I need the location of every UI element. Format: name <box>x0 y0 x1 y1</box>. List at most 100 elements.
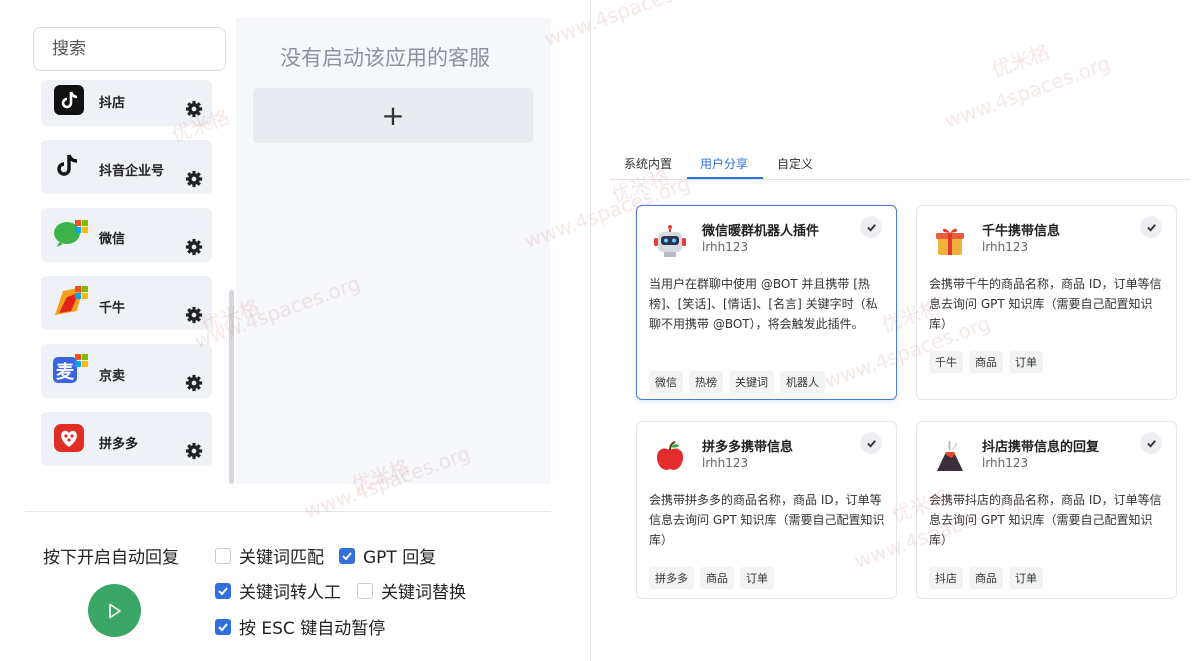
jingmai-icon: 麦 <box>53 354 88 383</box>
active-tab-indicator <box>687 177 763 179</box>
plugin-description: 会携带抖店的商品名称，商品 ID，订单等信息去询问 GPT 知识库（需要自己配置… <box>929 493 1162 547</box>
plugin-title: 千牛携带信息 <box>982 224 1061 239</box>
option-esc-pause[interactable]: 按 ESC 键自动暂停 <box>215 614 385 639</box>
gear-icon[interactable] <box>185 306 203 324</box>
checkmark-icon <box>218 586 228 595</box>
qianniu-icon <box>55 286 88 315</box>
apple-icon <box>656 441 684 470</box>
plugin-tags: 拼多多 商品 订单 <box>649 567 774 589</box>
option-label: 关键词匹配 <box>239 548 324 568</box>
app-list-scrollbar[interactable] <box>229 290 234 484</box>
gear-icon[interactable] <box>185 442 203 460</box>
plugin-author: lrhh123 <box>982 240 1029 254</box>
tag: 关键词 <box>729 371 774 393</box>
plugin-card-qianniu[interactable]: 千牛携带信息 lrhh123 会携带千牛的商品名称，商品 ID，订单等信息去询问… <box>916 205 1177 400</box>
plugin-description: 会携带拼多多的商品名称，商品 ID，订单等信息去询问 GPT 知识库（需要自己配… <box>649 493 885 547</box>
app-item-douyin-shop[interactable]: 抖店 <box>41 80 212 126</box>
plugin-tags: 千牛 商品 订单 <box>929 351 1043 373</box>
option-label: 关键词替换 <box>381 583 466 603</box>
app-name: 千牛 <box>99 301 126 316</box>
option-label: 关键词转人工 <box>239 583 341 603</box>
douyin-icon <box>57 154 78 176</box>
app-name: 抖店 <box>99 96 126 111</box>
check-icon[interactable] <box>860 216 882 238</box>
tag: 抖店 <box>929 567 963 589</box>
tab-user-shared[interactable]: 用户分享 <box>700 155 748 172</box>
volcano-icon <box>937 440 963 471</box>
plugin-author: lrhh123 <box>702 240 749 254</box>
option-label: GPT 回复 <box>363 548 437 568</box>
check-icon[interactable] <box>860 432 882 454</box>
app-name: 抖音企业号 <box>99 164 165 179</box>
douyin-shop-icon <box>54 85 84 115</box>
tag: 商品 <box>969 351 1003 373</box>
tag: 热榜 <box>689 371 723 393</box>
plugin-card-wechat-bot[interactable]: 微信暖群机器人插件 lrhh123 当用户在群聊中使用 @BOT 并且携带 [热… <box>636 205 897 400</box>
plugin-card-pinduoduo[interactable]: 拼多多携带信息 lrhh123 会携带拼多多的商品名称，商品 ID，订单等信息去… <box>636 421 897 599</box>
app-name: 微信 <box>99 232 126 247</box>
check-icon[interactable] <box>1140 432 1162 454</box>
play-icon <box>108 603 121 618</box>
app-item-wechat[interactable]: 微信 <box>41 208 212 262</box>
tag: 订单 <box>740 567 774 589</box>
wechat-icon <box>54 220 88 247</box>
checkbox-gpt-reply[interactable] <box>339 547 355 564</box>
checkbox-keyword-to-human[interactable] <box>215 582 231 599</box>
app-name: 拼多多 <box>99 437 139 452</box>
tag: 微信 <box>649 371 683 393</box>
tag: 订单 <box>1009 567 1043 589</box>
add-service-button[interactable]: + <box>253 88 533 143</box>
tag: 机器人 <box>780 371 825 393</box>
plugin-tags: 抖店 商品 订单 <box>929 567 1043 589</box>
service-panel: 没有启动该应用的客服 + <box>236 18 551 484</box>
plugin-title: 抖店携带信息的回复 <box>982 440 1100 455</box>
tag: 拼多多 <box>649 567 694 589</box>
checkbox-esc-pause[interactable] <box>215 618 231 635</box>
plugin-description: 会携带千牛的商品名称，商品 ID，订单等信息去询问 GPT 知识库（需要自己配置… <box>929 277 1162 331</box>
gift-icon <box>936 228 964 255</box>
tab-custom[interactable]: 自定义 <box>777 155 813 172</box>
option-keyword-to-human[interactable]: 关键词转人工 <box>215 578 341 603</box>
app-item-pinduoduo[interactable]: 拼多多 <box>41 412 212 466</box>
app-item-jingmai[interactable]: 麦 京卖 <box>41 344 212 398</box>
plugin-title: 拼多多携带信息 <box>702 440 794 455</box>
plugin-author: lrhh123 <box>702 456 749 470</box>
tag: 商品 <box>969 567 1003 589</box>
tag: 订单 <box>1009 351 1043 373</box>
option-label: 按 ESC 键自动暂停 <box>239 619 386 639</box>
plugin-card-douyin-shop[interactable]: 抖店携带信息的回复 lrhh123 会携带抖店的商品名称，商品 ID，订单等信息… <box>916 421 1177 599</box>
checkmark-icon <box>218 622 228 631</box>
gear-icon[interactable] <box>185 100 203 118</box>
checkbox-keyword-replace[interactable] <box>357 582 373 599</box>
watermark: 优米格 <box>988 39 1053 83</box>
plugin-title: 微信暖群机器人插件 <box>702 224 820 239</box>
option-keyword-match[interactable]: 关键词匹配 <box>215 543 324 568</box>
app-item-qianniu[interactable]: 千牛 <box>41 276 212 330</box>
start-auto-reply-label: 按下开启自动回复 <box>43 548 179 568</box>
start-button[interactable] <box>88 584 141 637</box>
checkbox-keyword-match[interactable] <box>215 547 231 564</box>
app-name: 京卖 <box>99 369 126 384</box>
gear-icon[interactable] <box>185 238 203 256</box>
svg-text:麦: 麦 <box>56 361 75 383</box>
robot-icon <box>654 225 686 257</box>
tab-builtin[interactable]: 系统内置 <box>624 155 672 172</box>
plugin-tags: 微信 热榜 关键词 机器人 <box>649 371 825 393</box>
divider <box>25 511 551 512</box>
plugin-author: lrhh123 <box>982 456 1029 470</box>
watermark: www.4spaces.org <box>541 0 714 52</box>
plugin-description: 当用户在群聊中使用 @BOT 并且携带 [热榜]、[笑话]、[情话]、[名言] … <box>649 277 878 331</box>
option-gpt-reply[interactable]: GPT 回复 <box>339 543 436 568</box>
plugin-tabs: 系统内置 用户分享 自定义 <box>610 150 1190 180</box>
checkmark-icon <box>342 551 352 560</box>
tag: 千牛 <box>929 351 963 373</box>
option-keyword-replace[interactable]: 关键词替换 <box>357 578 466 603</box>
search-box[interactable] <box>33 27 271 71</box>
app-item-douyin-enterprise[interactable]: 抖音企业号 <box>41 140 212 194</box>
check-icon[interactable] <box>1140 216 1162 238</box>
panel-divider <box>590 0 591 661</box>
gear-icon[interactable] <box>185 170 203 188</box>
pinduoduo-icon <box>54 424 84 452</box>
tag: 商品 <box>700 567 734 589</box>
gear-icon[interactable] <box>185 374 203 392</box>
